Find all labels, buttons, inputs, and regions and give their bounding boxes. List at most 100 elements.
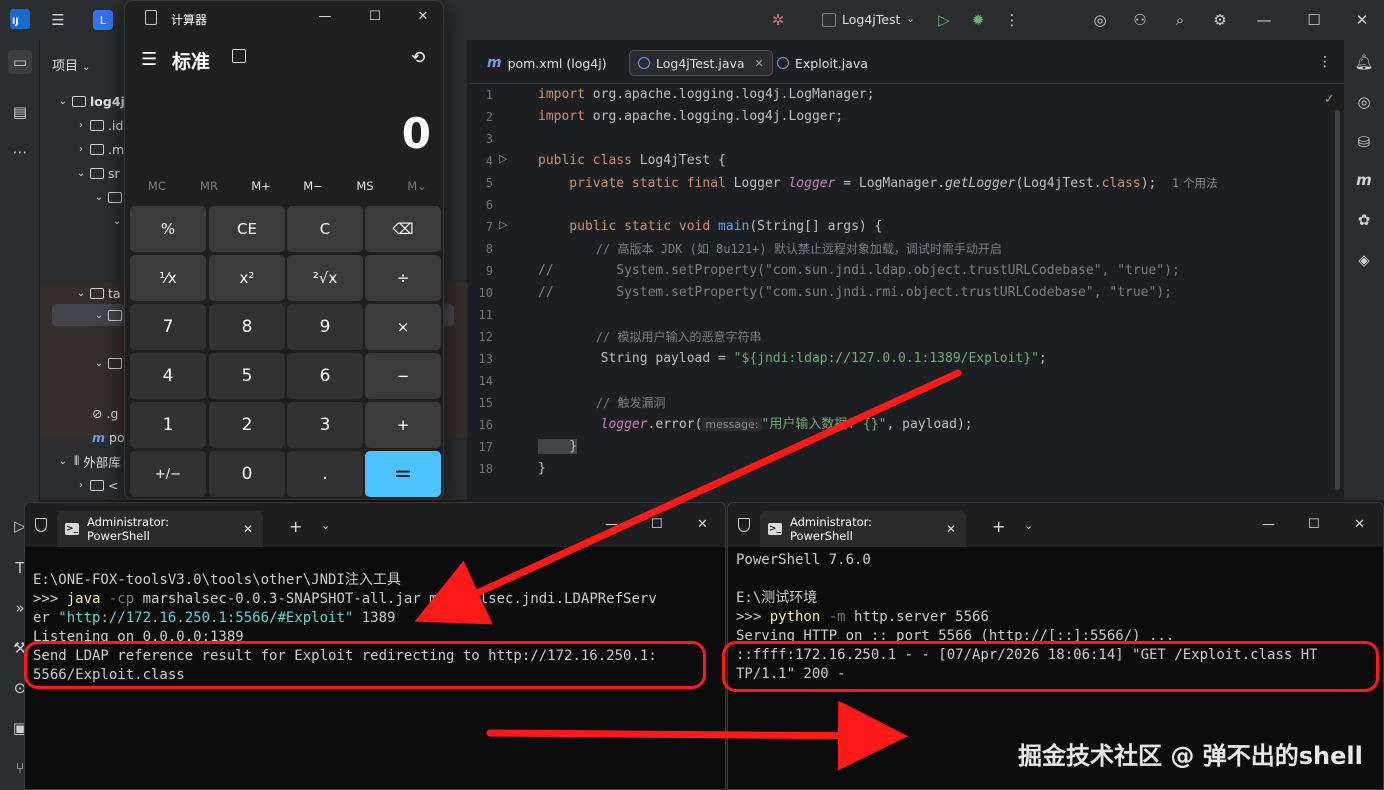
- database-icon[interactable]: ⛁: [1352, 130, 1376, 154]
- calc-key[interactable]: 4: [130, 353, 206, 399]
- minimize-icon[interactable]: —: [1262, 517, 1275, 532]
- maximize-icon[interactable]: ☐: [1302, 8, 1326, 32]
- search-icon[interactable]: ⌕: [1168, 8, 1192, 32]
- calc-key[interactable]: .: [287, 451, 363, 497]
- maximize-icon[interactable]: ☐: [1308, 517, 1320, 532]
- gear-icon[interactable]: ⚙: [1208, 8, 1232, 32]
- new-tab-icon[interactable]: +: [289, 517, 302, 536]
- minimize-icon[interactable]: —: [315, 9, 335, 27]
- calc-key[interactable]: %: [130, 206, 206, 252]
- debug-bug-icon[interactable]: ✲: [766, 8, 790, 32]
- usages-hint[interactable]: 1 个用法: [1172, 176, 1217, 190]
- calc-key[interactable]: ×: [365, 304, 441, 350]
- memory-button[interactable]: MC: [131, 179, 183, 193]
- code-token: );: [1140, 176, 1157, 191]
- project-tool-icon[interactable]: ▭: [8, 50, 32, 74]
- tree-row-src[interactable]: ⌄ sr: [74, 162, 120, 184]
- history-icon[interactable]: ⟲: [411, 48, 425, 68]
- project-badge[interactable]: L: [93, 10, 113, 30]
- calc-key[interactable]: −: [365, 353, 441, 399]
- add-user-icon[interactable]: ⚇: [1128, 8, 1152, 32]
- close-tab-icon[interactable]: ✕: [755, 57, 764, 70]
- tree-row-idea[interactable]: › .id: [74, 114, 123, 136]
- maximize-icon[interactable]: ☐: [365, 9, 385, 27]
- calc-key[interactable]: 7: [130, 304, 206, 350]
- maximize-icon[interactable]: ☐: [651, 517, 663, 532]
- line-number: 7: [485, 220, 493, 234]
- calc-key[interactable]: ²√x: [287, 255, 363, 301]
- calc-key[interactable]: ÷: [365, 255, 441, 301]
- close-tab-icon[interactable]: ✕: [243, 522, 253, 536]
- close-icon[interactable]: ✕: [697, 517, 708, 532]
- terminal-tab[interactable]: >_ Administrator: PowerShell ✕: [57, 511, 263, 547]
- memory-button[interactable]: M+: [235, 179, 287, 193]
- calc-key[interactable]: 9: [287, 304, 363, 350]
- calc-key[interactable]: 5: [209, 353, 285, 399]
- tab-more-icon[interactable]: ⋮: [1318, 54, 1332, 70]
- notifications-icon[interactable]: 🔔︎: [1352, 50, 1376, 74]
- calc-key[interactable]: 0: [209, 451, 285, 497]
- tree-row-mvn[interactable]: › .m: [74, 138, 124, 160]
- calc-key[interactable]: 1: [130, 402, 206, 448]
- project-panel-title[interactable]: 项目 ⌄: [52, 55, 91, 74]
- close-icon[interactable]: ✕: [413, 9, 433, 27]
- memory-button[interactable]: M⌄: [391, 179, 443, 193]
- close-tab-icon[interactable]: ✕: [946, 522, 956, 536]
- calc-key[interactable]: 3: [287, 402, 363, 448]
- tree-row-gitignore[interactable]: ⊘ .g: [92, 402, 118, 424]
- intellij-logo[interactable]: IJ: [10, 9, 30, 29]
- editor-scrollbar[interactable]: [1335, 110, 1340, 490]
- tree-row-root[interactable]: ⌄ log4j: [56, 90, 125, 112]
- debug-icon[interactable]: ✹: [966, 8, 990, 32]
- tree-row-jdk[interactable]: › <: [74, 474, 118, 496]
- close-icon[interactable]: ✕: [1354, 517, 1365, 532]
- memory-button[interactable]: MS: [339, 179, 391, 193]
- structure-tool-icon[interactable]: ▤: [8, 100, 32, 124]
- memory-button[interactable]: M−: [287, 179, 339, 193]
- tree-row-target[interactable]: ⌄ ta: [74, 282, 121, 304]
- terminal-tab[interactable]: >_ Administrator: PowerShell ✕: [760, 511, 966, 547]
- run-icon[interactable]: ▷: [932, 8, 956, 32]
- memory-button[interactable]: MR: [183, 179, 235, 193]
- more-actions-icon[interactable]: ⋮: [1000, 8, 1024, 32]
- tree-row-classes[interactable]: ⌄: [92, 352, 126, 374]
- calc-key[interactable]: 8: [209, 304, 285, 350]
- new-tab-icon[interactable]: +: [992, 517, 1005, 536]
- gradle-icon[interactable]: ◈: [1352, 248, 1376, 272]
- calc-key[interactable]: ⌫: [365, 206, 441, 252]
- calc-key[interactable]: CE: [209, 206, 285, 252]
- calc-key[interactable]: ⅟x: [130, 255, 206, 301]
- calc-key[interactable]: 6: [287, 353, 363, 399]
- run-class-gutter-icon[interactable]: ▷: [499, 153, 511, 165]
- run-main-gutter-icon[interactable]: ▷: [499, 219, 511, 231]
- code-token: );: [1164, 263, 1180, 278]
- ai-assistant-icon[interactable]: ◎: [1088, 8, 1112, 32]
- calc-key[interactable]: +/−: [130, 451, 206, 497]
- main-menu-icon[interactable]: ☰: [46, 8, 70, 32]
- calc-key[interactable]: 2: [209, 402, 285, 448]
- calc-key[interactable]: =: [365, 451, 441, 497]
- minimize-icon[interactable]: —: [1252, 8, 1276, 32]
- more-tools-icon[interactable]: ⋯: [8, 140, 32, 164]
- tab-log4jtest-java[interactable]: Log4jTest.java ✕: [629, 50, 773, 76]
- tree-row-java[interactable]: ⌄: [110, 210, 124, 232]
- close-icon[interactable]: ✕: [1350, 8, 1374, 32]
- chevron-down-icon[interactable]: ⌄: [1024, 519, 1033, 532]
- calc-key[interactable]: C: [287, 206, 363, 252]
- tree-row-pom[interactable]: m po: [92, 426, 125, 448]
- run-config-selector[interactable]: Log4jTest ⌄: [822, 12, 915, 27]
- minimize-icon[interactable]: —: [605, 517, 618, 532]
- chevron-down-icon[interactable]: ⌄: [321, 519, 330, 532]
- calc-key[interactable]: x²: [209, 255, 285, 301]
- tab-exploit-java[interactable]: Exploit.java: [769, 50, 876, 76]
- calc-key[interactable]: +: [365, 402, 441, 448]
- code-token: ;: [1038, 351, 1047, 366]
- maven-icon[interactable]: m: [1352, 168, 1376, 192]
- hamburger-menu-icon[interactable]: ☰: [141, 49, 157, 70]
- tree-row-main[interactable]: ⌄: [92, 186, 126, 208]
- keep-on-top-icon[interactable]: [232, 49, 246, 63]
- tab-pom-xml[interactable]: m pom.xml (log4j): [479, 50, 615, 76]
- ai-chat-icon[interactable]: ◎: [1352, 90, 1376, 114]
- plugin-icon[interactable]: ✿: [1352, 208, 1376, 232]
- tree-row-external-libs[interactable]: ⌄ ⫴ 外部库: [56, 450, 121, 472]
